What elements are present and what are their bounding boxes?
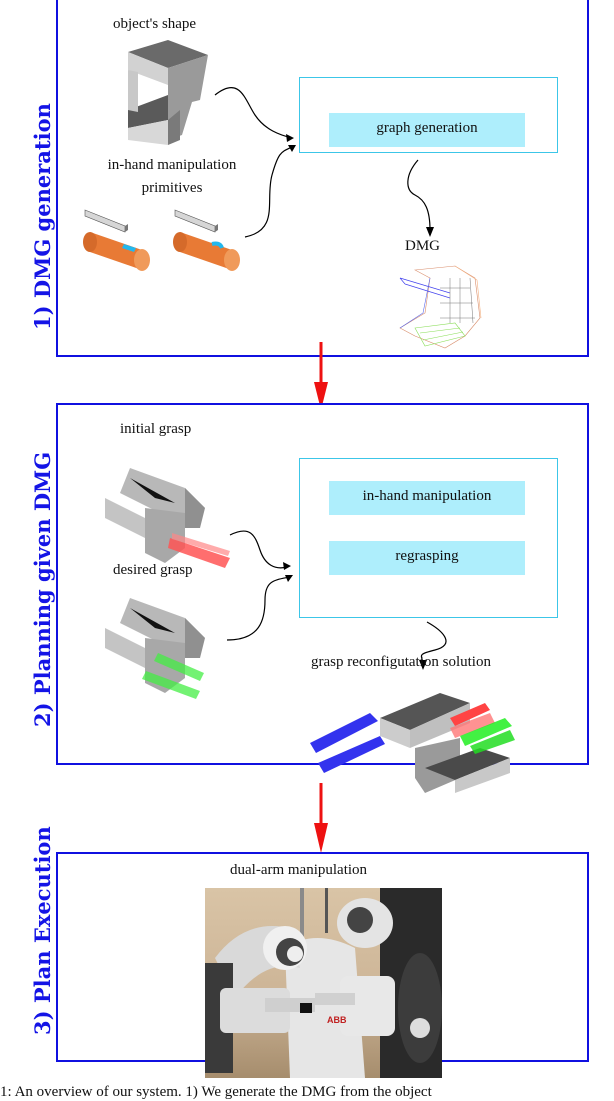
figure-caption: 1: An overview of our system. 1) We gene… xyxy=(0,1084,432,1100)
flow-arrow-1-to-2 xyxy=(314,342,328,410)
sliding-primitive-icon xyxy=(83,209,150,271)
object-shape-label: object's shape xyxy=(113,16,197,32)
desired-grasp-label: desired grasp xyxy=(113,562,193,578)
stage-1-label: 1) DMG generation xyxy=(30,103,55,330)
initial-grasp-icon xyxy=(105,468,230,568)
dmg-graph-icon xyxy=(399,265,482,349)
stage-2-label: 2) Planning given DMG xyxy=(30,451,55,727)
dmg-arrow xyxy=(407,159,434,237)
initial-grasp-label: initial grasp xyxy=(120,421,192,437)
abb-logo: ABB xyxy=(327,1015,347,1025)
dmg-label: DMG xyxy=(405,238,441,254)
in-hand-manipulation-box: in-hand manipulation xyxy=(329,481,525,515)
regrasping-box: regrasping xyxy=(329,541,525,575)
planning-input-arrows xyxy=(226,530,293,641)
stage-3-label: 3) Plan Execution xyxy=(30,826,55,1035)
flow-arrow-2-to-3 xyxy=(314,783,328,853)
grasp-reconfiguration-solution-icon xyxy=(310,693,515,793)
object-shape-icon xyxy=(128,40,208,145)
dual-arm-manipulation-label: dual-arm manipulation xyxy=(230,862,368,878)
robot-photo: ABB xyxy=(205,888,442,1078)
yumi-robot-illustration: ABB xyxy=(205,888,442,1078)
grasp-solution-label: grasp reconfigutation solution xyxy=(311,654,491,670)
graph-generation-box: graph generation xyxy=(329,113,525,147)
input-arrows xyxy=(214,87,296,238)
desired-grasp-icon xyxy=(105,598,205,699)
